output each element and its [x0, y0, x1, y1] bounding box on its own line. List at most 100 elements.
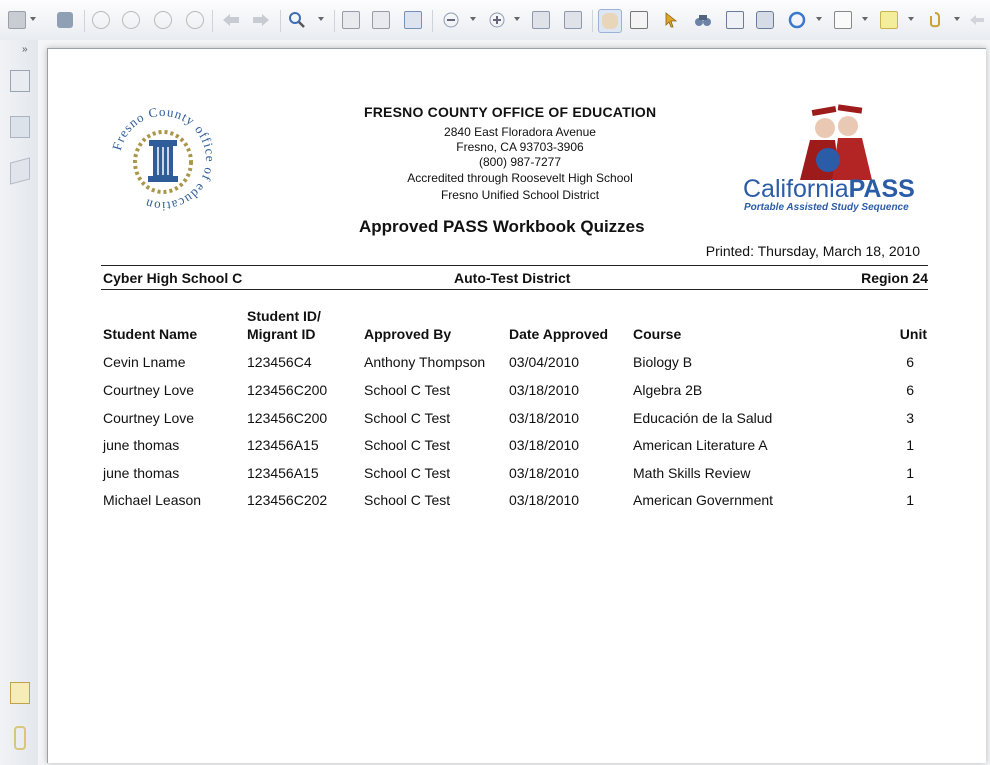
region-name: Region 24 [861, 270, 928, 286]
snapshot-icon[interactable] [754, 9, 776, 31]
cell-student-id: 123456C200 [247, 382, 328, 398]
cell-student-name: Michael Leason [103, 492, 202, 508]
district-name: Auto-Test District [454, 270, 571, 286]
cell-date-approved: 03/18/2010 [509, 465, 580, 481]
toolbar-separator [280, 10, 281, 32]
chevron-down-icon[interactable] [30, 17, 36, 21]
cell-student-name: Courtney Love [103, 382, 195, 398]
cell-approved-by: School C Test [364, 382, 451, 398]
attachments-icon[interactable] [14, 726, 26, 750]
pointer-icon[interactable] [660, 9, 682, 31]
crop-icon[interactable] [562, 9, 584, 31]
address-line: (800) 987-7277 [478, 155, 562, 169]
expand-panel-icon[interactable]: » [22, 44, 28, 55]
cell-course: Biology B [633, 354, 693, 370]
fresno-county-seal-logo: Fresno County office of education [109, 104, 217, 214]
typewriter-icon[interactable] [724, 9, 746, 31]
cell-student-name: june thomas [103, 465, 180, 481]
cell-unit: 1 [906, 492, 914, 508]
previous-page-icon[interactable] [120, 9, 142, 31]
navigation-panel: » [0, 40, 39, 765]
chevron-down-icon[interactable] [514, 17, 520, 21]
back-icon[interactable] [966, 9, 988, 31]
column-header-migrant-id: Migrant ID [247, 326, 316, 342]
printed-date: Printed: Thursday, March 18, 2010 [705, 243, 920, 259]
text-select-icon[interactable] [628, 9, 650, 31]
toolbar-separator [432, 10, 433, 32]
forward-icon[interactable] [250, 9, 272, 31]
zoom-out-icon[interactable] [440, 9, 462, 31]
chevron-down-icon[interactable] [862, 17, 868, 21]
actual-size-icon[interactable] [340, 9, 362, 31]
back-icon[interactable] [220, 9, 242, 31]
cell-date-approved: 03/18/2010 [509, 437, 580, 453]
cell-date-approved: 03/18/2010 [509, 382, 580, 398]
zoom-in-icon[interactable] [286, 9, 308, 31]
next-page-icon[interactable] [152, 9, 174, 31]
column-header-student-id: Student ID/ [247, 308, 321, 324]
cell-student-id: 123456C202 [247, 492, 328, 508]
print-icon[interactable] [54, 9, 76, 31]
address-line: 2840 East Floradora Avenue [444, 125, 596, 139]
cell-course: American Literature A [633, 437, 768, 453]
last-page-icon[interactable] [184, 9, 206, 31]
cell-approved-by: Anthony Thompson [364, 354, 486, 370]
toolbar-separator [212, 10, 213, 32]
cell-approved-by: School C Test [364, 492, 451, 508]
cell-date-approved: 03/18/2010 [509, 410, 580, 426]
toolbar-separator [334, 10, 335, 32]
zoom-in-plus-icon[interactable] [486, 9, 508, 31]
column-header-course: Course [633, 326, 682, 342]
shape-icon[interactable] [786, 9, 808, 31]
address-line: Fresno Unified School District [440, 188, 600, 202]
report-title: Approved PASS Workbook Quizzes [359, 217, 645, 236]
column-header-date-approved: Date Approved [509, 326, 609, 342]
address-line: Fresno, CA 93703-3906 [456, 140, 584, 154]
cell-approved-by: School C Test [364, 410, 451, 426]
cell-unit: 6 [906, 354, 914, 370]
cell-student-id: 123456A15 [247, 465, 319, 481]
column-header-approved-by: Approved By [364, 326, 452, 342]
address-line: Accredited through Roosevelt High School [407, 171, 633, 185]
note-icon[interactable] [832, 9, 854, 31]
cell-course: Math Skills Review [633, 465, 751, 481]
first-page-icon[interactable] [90, 9, 112, 31]
cell-student-name: Cevin Lname [103, 354, 186, 370]
bookmarks-icon[interactable] [10, 157, 30, 185]
fit-page-icon[interactable] [370, 9, 392, 31]
cell-student-name: Courtney Love [103, 410, 195, 426]
comments-icon[interactable] [10, 682, 30, 704]
pass-logo-text: CaliforniaPASS [743, 175, 915, 203]
chevron-down-icon[interactable] [908, 17, 914, 21]
cell-approved-by: School C Test [364, 465, 451, 481]
highlight-icon[interactable] [878, 9, 900, 31]
cell-course: Educación de la Salud [633, 410, 773, 426]
toolbar-separator [84, 10, 85, 32]
rotate-icon[interactable] [530, 9, 552, 31]
layers-icon[interactable] [10, 116, 30, 138]
divider [101, 289, 928, 290]
cell-date-approved: 03/04/2010 [509, 354, 580, 370]
fit-width-icon[interactable] [402, 9, 424, 31]
column-header-unit: Unit [899, 326, 927, 342]
chevron-down-icon[interactable] [954, 17, 960, 21]
attach-icon[interactable] [924, 9, 946, 31]
chevron-down-icon[interactable] [470, 17, 476, 21]
california-pass-logo: CaliforniaPASS Portable Assisted Study S… [743, 104, 915, 213]
cell-approved-by: School C Test [364, 437, 451, 453]
toolbar-separator [592, 10, 593, 32]
chevron-down-icon[interactable] [816, 17, 822, 21]
find-icon[interactable] [692, 9, 714, 31]
cell-unit: 1 [906, 437, 914, 453]
chevron-down-icon[interactable] [318, 17, 324, 21]
hand-tool-icon[interactable] [598, 9, 622, 33]
cell-student-id: 123456A15 [247, 437, 319, 453]
save-icon[interactable] [6, 9, 28, 31]
column-header-student-name: Student Name [103, 326, 198, 342]
cell-course: Algebra 2B [633, 382, 703, 398]
cell-course: American Government [633, 492, 774, 508]
pages-icon[interactable] [10, 70, 30, 92]
cell-unit: 6 [906, 382, 914, 398]
divider [101, 265, 928, 266]
cell-unit: 1 [906, 465, 914, 481]
